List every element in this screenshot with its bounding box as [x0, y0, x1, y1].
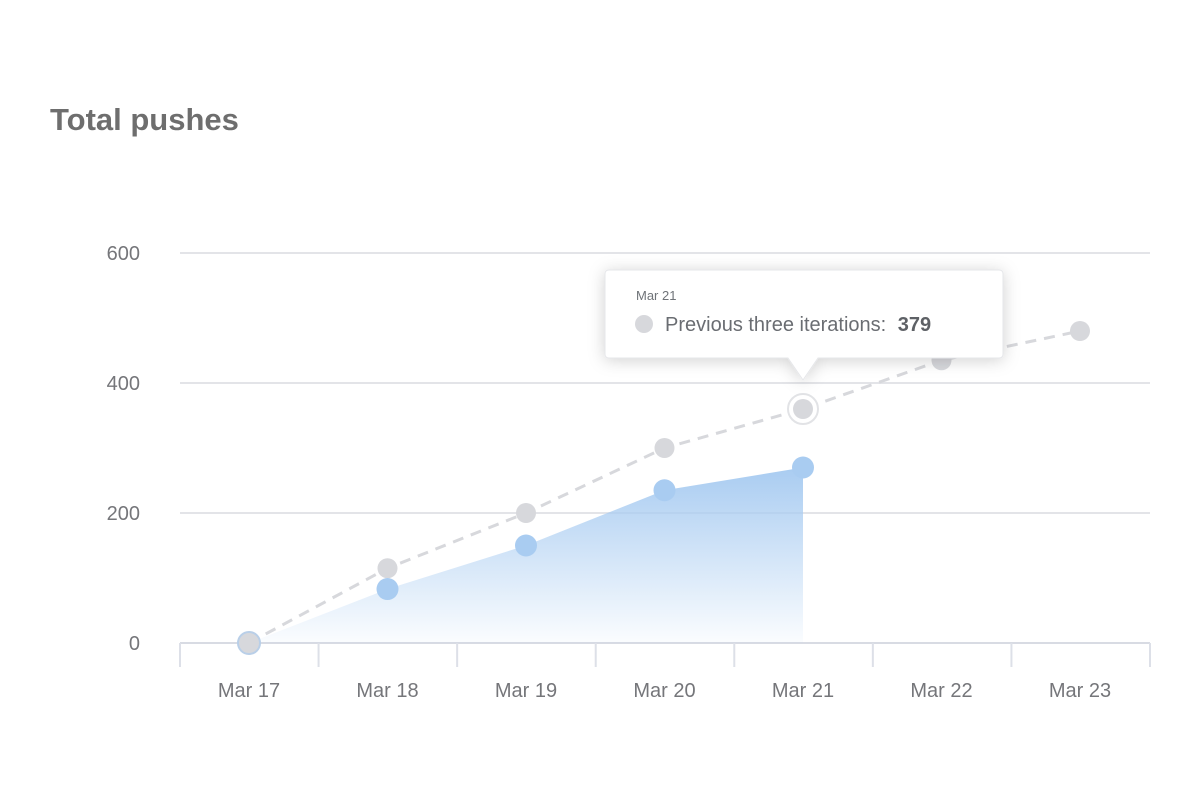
tooltip-series-label: Previous three iterations: — [665, 314, 886, 336]
current-series-point[interactable] — [376, 578, 399, 601]
current-series-point[interactable] — [792, 456, 814, 479]
y-tick-label: 600 — [107, 243, 140, 265]
y-tick-label: 400 — [107, 373, 140, 395]
previous-series-point[interactable] — [654, 438, 675, 458]
y-tick-label: 0 — [129, 633, 140, 655]
chart-svg: 0 200 400 600 Mar 17 Mar 18 Mar 19 Mar 20 Mar 2… — [107, 243, 1151, 702]
current-series-point[interactable] — [515, 534, 537, 557]
current-series-point[interactable] — [237, 631, 261, 655]
tooltip-value: 379 — [898, 314, 931, 336]
tooltip-text: Previous three iterations: 379 — [665, 314, 931, 336]
x-tick-label: Mar 20 — [633, 680, 695, 702]
previous-series-point[interactable] — [516, 503, 536, 523]
x-tick-label: Mar 23 — [1049, 680, 1111, 702]
tooltip-series-dot — [635, 315, 653, 333]
x-tick-label: Mar 18 — [356, 680, 418, 702]
x-axis: Mar 17 Mar 18 Mar 19 Mar 20 Mar 21 Mar 22 Mar … — [179, 643, 1151, 702]
x-tick-label: Mar 22 — [910, 680, 972, 702]
y-axis: 0 200 400 600 — [107, 243, 140, 655]
x-tick-label: Mar 19 — [495, 680, 557, 702]
previous-series-point[interactable] — [377, 558, 398, 579]
x-tick-label: Mar 21 — [772, 680, 834, 702]
previous-series-point[interactable] — [1070, 321, 1090, 341]
y-tick-label: 200 — [107, 503, 140, 525]
current-series-point[interactable] — [653, 479, 676, 502]
x-tick-label: Mar 17 — [218, 680, 280, 702]
previous-series-point[interactable] — [793, 399, 813, 419]
tooltip-date: Mar 21 — [636, 288, 676, 303]
